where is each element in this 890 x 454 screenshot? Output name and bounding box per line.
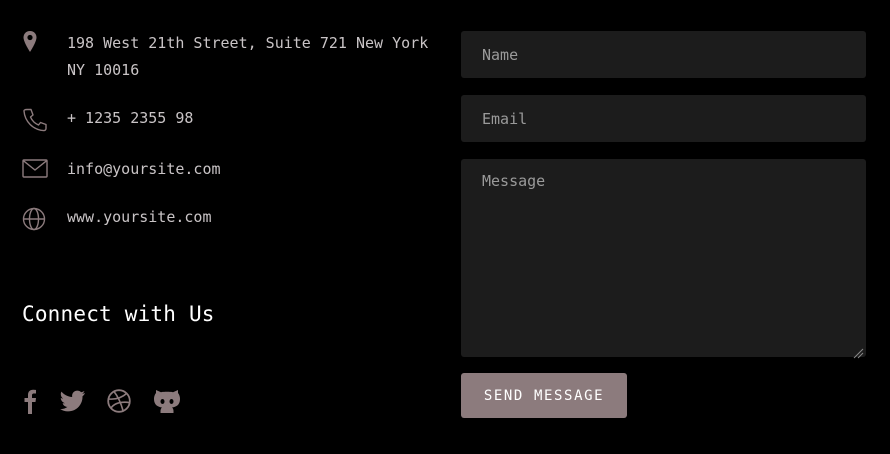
contact-section: 198 West 21th Street, Suite 721 New York…	[0, 0, 890, 454]
message-field[interactable]	[461, 159, 866, 357]
website-link[interactable]: www.yoursite.com	[67, 207, 437, 227]
map-pin-icon	[22, 30, 48, 56]
email-row: info@yoursite.com	[22, 159, 437, 185]
facebook-icon[interactable]	[22, 387, 38, 415]
website-row: www.yoursite.com	[22, 207, 437, 233]
email-field[interactable]	[461, 95, 866, 142]
globe-icon	[22, 207, 48, 233]
email-link[interactable]: info@yoursite.com	[67, 159, 437, 179]
github-icon[interactable]	[153, 387, 181, 415]
social-links	[22, 387, 181, 415]
mail-icon	[22, 159, 48, 185]
twitter-icon[interactable]	[60, 387, 86, 415]
resize-handle-icon[interactable]	[853, 344, 864, 359]
phone-icon	[22, 108, 48, 134]
send-message-button[interactable]: SEND MESSAGE	[461, 373, 627, 418]
address-text: 198 West 21th Street, Suite 721 New York…	[67, 34, 429, 79]
address-row: 198 West 21th Street, Suite 721 New York…	[22, 30, 437, 84]
phone-row: + 1235 2355 98	[22, 108, 437, 134]
name-field[interactable]	[461, 31, 866, 78]
dribbble-icon[interactable]	[107, 387, 131, 415]
connect-heading: Connect with Us	[22, 302, 215, 326]
phone-link[interactable]: + 1235 2355 98	[67, 108, 437, 128]
